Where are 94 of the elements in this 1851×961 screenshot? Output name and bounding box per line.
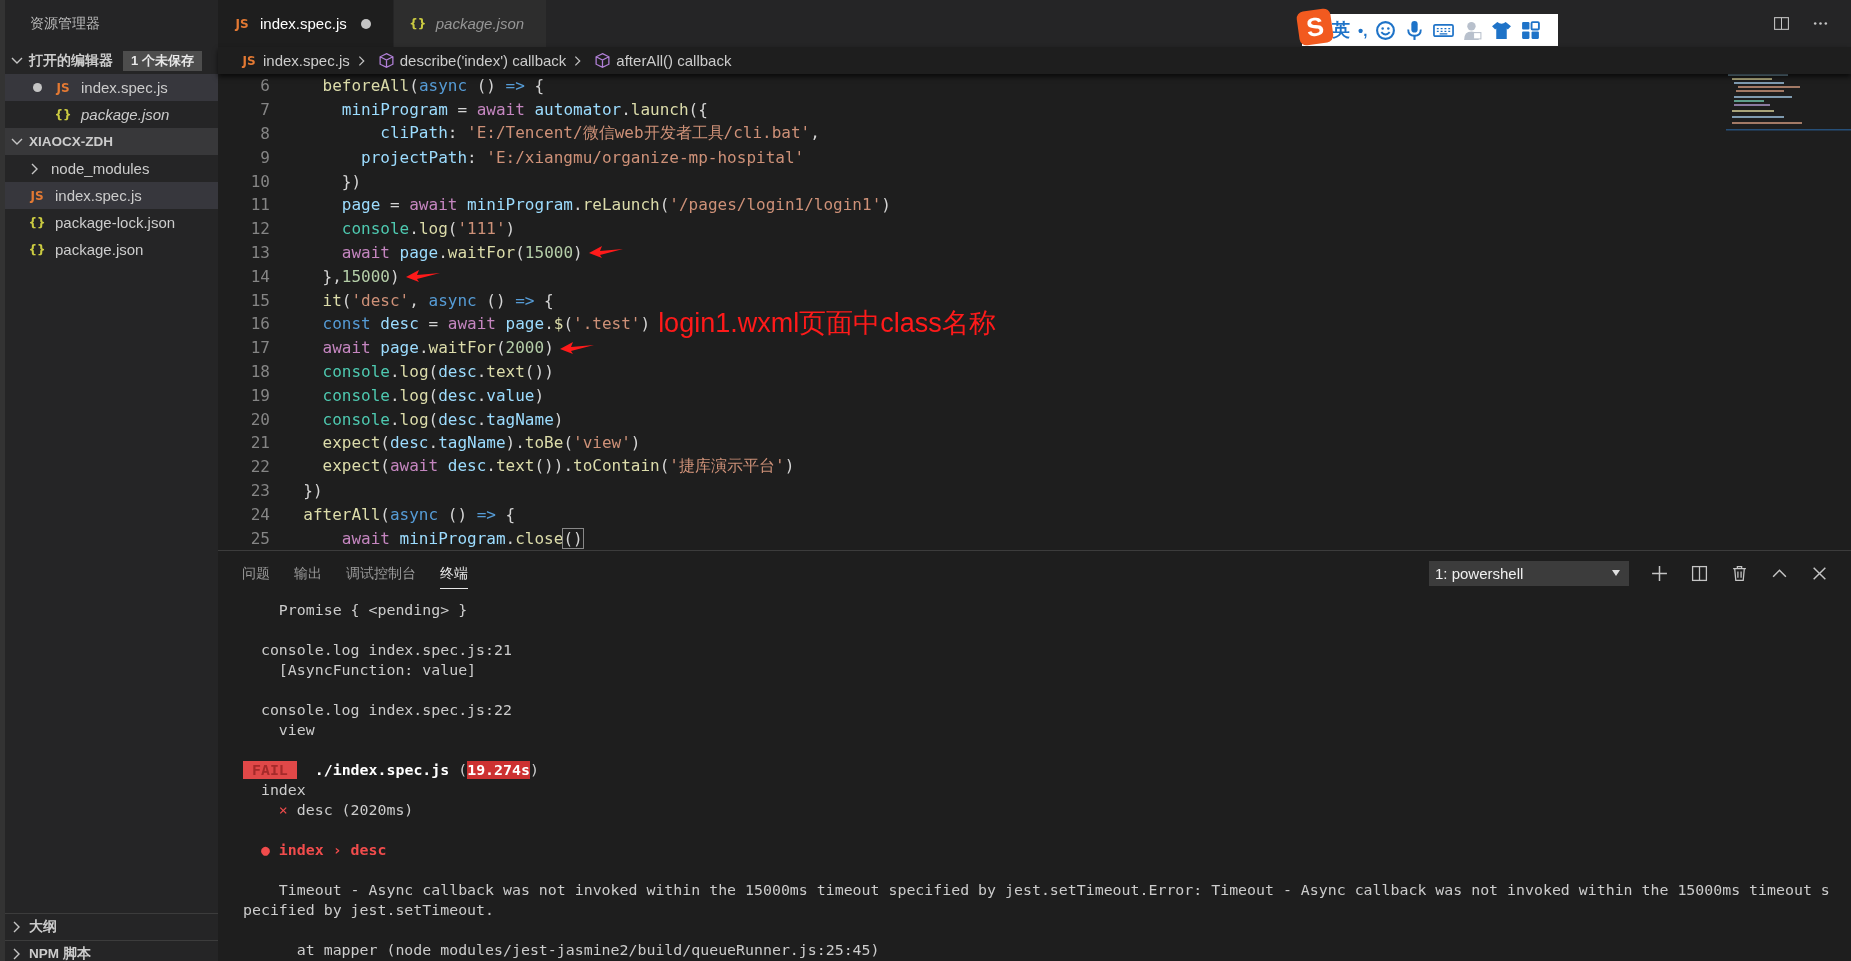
file-type-icon: {}: [27, 242, 47, 257]
close-icon[interactable]: [1811, 564, 1828, 582]
ime-mode[interactable]: 英: [1332, 18, 1350, 42]
terminal-line: index: [259, 779, 306, 800]
code-line: await page.waitFor(15000): [340, 242, 583, 262]
terminal-line: × desc (2020ms): [277, 799, 414, 820]
code-line: it('desc', async () => {: [321, 290, 554, 310]
split-editor-icon[interactable]: [1773, 15, 1790, 32]
panel-tab[interactable]: 输出: [294, 557, 322, 590]
line-number: 20: [249, 409, 270, 429]
terminal-line: Promise { <pending> }: [277, 599, 468, 620]
code-line: console.log(desc.tagName): [321, 409, 564, 429]
file-item[interactable]: node_modules: [5, 155, 218, 182]
code-line: console.log(desc.text()): [321, 361, 554, 381]
trash-icon[interactable]: [1731, 564, 1748, 582]
line-number: 16: [249, 314, 270, 334]
editor-tab[interactable]: JS index.spec.js: [218, 0, 394, 47]
line-number: 23: [249, 480, 270, 500]
line-number: 13: [249, 242, 270, 262]
code-line: projectPath: 'E:/xiangmu/organize-mp-hospital': [360, 147, 805, 167]
breadcrumb-item[interactable]: index.spec.js: [263, 52, 350, 69]
line-number: 7: [259, 100, 270, 120]
line-number: 18: [249, 361, 270, 381]
code-line: afterAll(async () => {: [302, 504, 516, 524]
cube-icon: [377, 52, 395, 69]
line-number: 15: [249, 290, 270, 310]
file-item[interactable]: {} package-lock.json: [5, 209, 218, 236]
line-number: 6: [259, 76, 270, 96]
terminal-line: at mapper (node modules/jest-jasmine2/build/queueRunner.js:25:45): [295, 939, 880, 960]
file-item[interactable]: JS index.spec.js: [5, 182, 218, 209]
file-type-icon: {}: [53, 107, 73, 122]
terminal-line: Timeout - Async callback was not invoked within the 15000ms timeout specified by jest.setTimeout.Error: Timeout - Async callback was not invoked within the 15000ms timeout s: [277, 879, 1830, 900]
panel-tab[interactable]: 调试控制台: [346, 557, 416, 590]
file-item[interactable]: {} package.json: [5, 236, 218, 263]
code-line: console.log(desc.value): [321, 385, 545, 405]
code-line: page = await miniProgram.reLaunch('/pages/login1/login1'): [340, 195, 891, 215]
file-type-icon: JS: [27, 188, 47, 203]
editor-tab[interactable]: {} package.json: [393, 0, 548, 47]
terminal-line: console.log index.spec.js:22: [259, 699, 512, 720]
code-line: miniProgram = await automator.launch({: [340, 100, 708, 120]
line-number: 21: [249, 433, 270, 453]
split-icon[interactable]: [1691, 564, 1708, 582]
sidebar-title: 资源管理器: [30, 14, 100, 33]
section-header[interactable]: 打开的编辑器 1 个未保存: [5, 47, 218, 74]
file-type-icon: {}: [27, 215, 47, 230]
panel-tab[interactable]: 终端: [440, 557, 468, 590]
line-number: 19: [249, 385, 270, 405]
breadcrumb-item[interactable]: describe('index') callback: [399, 52, 567, 69]
minimap[interactable]: [1726, 74, 1851, 134]
code-line: cliPath: 'E:/Tencent/微信web开发者工具/cli.bat',: [379, 123, 820, 144]
code-line: await miniProgram.close(): [340, 528, 583, 548]
code-line: beforeAll(async () => {: [321, 76, 545, 96]
section-header[interactable]: XIAOCX-ZDH: [5, 128, 218, 155]
line-number: 8: [259, 124, 270, 143]
line-number: 22: [249, 457, 270, 477]
code-line: }): [340, 171, 362, 191]
line-number: 25: [249, 528, 270, 548]
line-number: 24: [249, 504, 270, 524]
file-item[interactable]: JS index.spec.js: [5, 74, 218, 101]
shirt-icon[interactable]: [1491, 19, 1513, 41]
add-icon[interactable]: [1651, 564, 1668, 582]
caret-icon: [1611, 569, 1621, 578]
code-line: expect(await desc.text()).toContain('捷库演示平台'): [321, 456, 795, 478]
smiley-icon[interactable]: [1375, 19, 1397, 41]
line-number: 14: [249, 266, 270, 286]
code-line: await page.waitFor(2000): [321, 338, 554, 358]
line-number: 9: [259, 147, 270, 167]
line-number: 11: [249, 195, 270, 215]
terminal-line: [AsyncFunction: value]: [277, 659, 477, 680]
code-line: console.log('111'): [340, 219, 516, 239]
terminal-line: console.log index.spec.js:21: [259, 639, 512, 660]
terminal-line: view: [277, 719, 315, 740]
terminal-line: FAIL ./index.spec.js (19.274s): [243, 759, 539, 780]
unsaved-badge: 1 个未保存: [123, 50, 202, 71]
file-type-icon: JS: [53, 80, 73, 95]
file-type-icon: JS: [240, 53, 258, 68]
code-line: }): [302, 480, 323, 500]
panel-tab[interactable]: 问题: [242, 557, 270, 590]
cube-icon: [594, 52, 612, 69]
ime-punctuation[interactable]: •,: [1358, 21, 1368, 39]
line-number: 17: [249, 338, 270, 358]
terminal-line: ● index › desc: [259, 839, 387, 860]
line-number: 10: [249, 171, 270, 191]
file-item[interactable]: {} package.json: [5, 101, 218, 128]
code-line: const desc = await page.$('.test'): [321, 314, 651, 334]
breadcrumb-item[interactable]: afterAll() callback: [616, 52, 732, 69]
terminal-dropdown[interactable]: 1: powershell: [1429, 560, 1629, 586]
line-number: 12: [249, 219, 270, 239]
annotation-text: login1.wxml页面中class名称: [658, 310, 996, 338]
code-line: },15000): [321, 266, 400, 286]
grid-icon[interactable]: [1520, 19, 1542, 41]
section-header[interactable]: NPM 脚本: [5, 939, 218, 961]
terminal-line: pecified by jest.setTimeout.: [243, 899, 495, 920]
code-line: expect(desc.tagName).toBe('view'): [321, 433, 641, 453]
